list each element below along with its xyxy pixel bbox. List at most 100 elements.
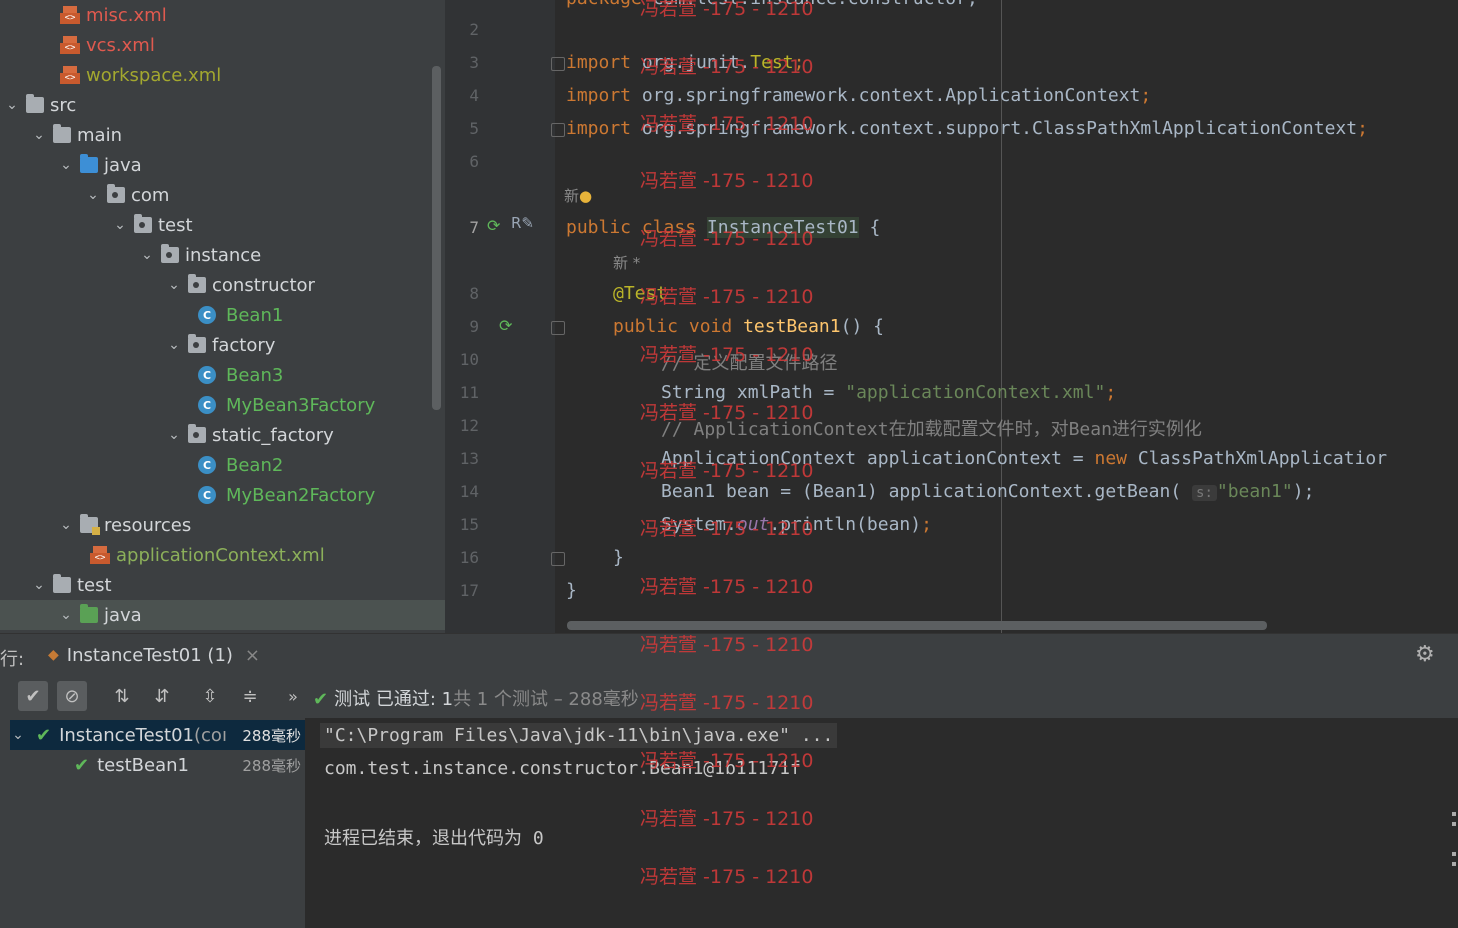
show-passed-button[interactable]: ✔ xyxy=(18,681,48,711)
chevron-down-icon[interactable]: ⌄ xyxy=(166,337,182,353)
watermark: 冯若萱 -175 - 1210 xyxy=(640,808,814,830)
chevron-down-icon[interactable]: ⌄ xyxy=(31,127,47,143)
line-number: 3 xyxy=(469,53,479,72)
code-line-16: } xyxy=(613,547,624,568)
author-hint[interactable]: 新 * xyxy=(613,252,640,273)
folder-icon xyxy=(53,574,71,593)
tree-item[interactable]: ⌄ src xyxy=(0,90,445,120)
tree-item-label: static_factory xyxy=(212,424,334,446)
chevron-down-icon[interactable]: ⌄ xyxy=(4,97,20,113)
line-number: 4 xyxy=(469,86,479,105)
fold-marker[interactable] xyxy=(551,321,565,335)
watermark: 冯若萱 -175 - 1210 xyxy=(640,692,814,714)
code-line-4: import org.springframework.context.Appli… xyxy=(566,85,1152,106)
sort-alpha-button[interactable]: ⇅ xyxy=(107,681,137,711)
tree-item[interactable]: vcs.xml xyxy=(0,30,445,60)
tree-item[interactable]: ⌄ factory xyxy=(0,330,445,360)
tree-item[interactable]: ⌄ static_factory xyxy=(0,420,445,450)
chevron-down-icon[interactable]: ⌄ xyxy=(85,187,101,203)
watermark: 冯若萱 -175 - 1210 xyxy=(640,344,814,366)
tree-item-label: Bean2 xyxy=(226,454,284,476)
tree-item-label: applicationContext.xml xyxy=(116,544,325,566)
test-row-class[interactable]: ⌄ ✔ InstanceTest01 (coı 288毫秒 xyxy=(10,720,305,750)
run-test-icon[interactable]: ⟳ xyxy=(487,216,500,235)
sort-alpha-icon: ⇅ xyxy=(114,685,130,707)
chevron-double-right-icon: » xyxy=(288,686,298,706)
watermark: 冯若萱 -175 - 1210 xyxy=(640,634,814,656)
code-editor[interactable]: ▲ 234567891011121314151617 package com.t… xyxy=(445,0,1458,633)
more-button[interactable]: » xyxy=(278,681,308,711)
tree-item[interactable]: C Bean3 xyxy=(0,360,445,390)
line-number: 7 xyxy=(469,218,479,237)
gear-icon[interactable]: ⚙ xyxy=(1415,642,1435,667)
author-hint[interactable]: 新● xyxy=(564,185,592,206)
chevron-down-icon[interactable]: ⌄ xyxy=(166,277,182,293)
watermark: 冯若萱 -175 - 1210 xyxy=(640,286,814,308)
tree-item-label: java xyxy=(104,604,142,626)
watermark: 冯若萱 -175 - 1210 xyxy=(640,0,814,20)
close-icon[interactable]: × xyxy=(245,645,260,666)
tree-item-label: vcs.xml xyxy=(86,34,155,56)
run-label: 行: xyxy=(0,649,25,670)
chevron-down-icon[interactable]: ⌄ xyxy=(139,247,155,263)
expand-all-button[interactable]: ⇳ xyxy=(195,681,225,711)
lightbulb-icon: ● xyxy=(579,187,593,205)
sort-duration-button[interactable]: ⇵ xyxy=(147,681,177,711)
fold-marker[interactable] xyxy=(551,123,565,137)
tree-item[interactable]: C MyBean2Factory xyxy=(0,480,445,510)
tree-item[interactable]: ⌄ constructor xyxy=(0,270,445,300)
check-icon: ✔ xyxy=(313,689,329,710)
fold-marker[interactable] xyxy=(551,552,565,566)
package-icon xyxy=(134,214,152,233)
show-ignored-button[interactable]: ⊘ xyxy=(57,681,87,711)
tree-item-label: com xyxy=(131,184,170,206)
tree-item-label: Bean3 xyxy=(226,364,284,386)
chevron-down-icon[interactable]: ⌄ xyxy=(58,517,74,533)
expand-icon: ⇳ xyxy=(202,685,218,707)
tree-item-label: Bean1 xyxy=(226,304,284,326)
refactor-icon[interactable]: R✎ xyxy=(511,214,534,232)
tree-item[interactable]: ⌄ instance xyxy=(0,240,445,270)
chevron-down-icon[interactable]: ⌄ xyxy=(31,577,47,593)
test-row-method[interactable]: ✔ testBean1 288毫秒 xyxy=(74,750,305,780)
chevron-down-icon[interactable]: ⌄ xyxy=(58,607,74,623)
tree-item[interactable]: ⌄ java xyxy=(0,150,445,180)
tree-item[interactable]: ⌄ test xyxy=(0,210,445,240)
line-number: 8 xyxy=(469,284,479,303)
chevron-down-icon[interactable]: ⌄ xyxy=(112,217,128,233)
horizontal-scrollbar[interactable] xyxy=(567,621,1267,630)
xml-file-icon xyxy=(60,66,80,84)
tree-item[interactable]: workspace.xml xyxy=(0,60,445,90)
test-results-tree[interactable]: ⌄ ✔ InstanceTest01 (coı 288毫秒 ✔ testBean… xyxy=(0,718,306,928)
code-line-17: } xyxy=(566,580,577,601)
watermark: 冯若萱 -175 - 1210 xyxy=(640,518,814,540)
check-icon: ✔ xyxy=(74,754,90,776)
chevron-down-icon[interactable]: ⌄ xyxy=(58,157,74,173)
tree-item[interactable]: misc.xml xyxy=(0,0,445,30)
console-output[interactable]: "C:\Program Files\Java\jdk-11\bin\java.e… xyxy=(306,718,1441,928)
collapse-all-button[interactable]: ≑ xyxy=(235,681,265,711)
tree-item[interactable]: ⌄ java xyxy=(0,600,445,630)
project-tree[interactable]: misc.xmlvcs.xmlworkspace.xml⌄src⌄main⌄ja… xyxy=(0,0,445,633)
chevron-down-icon: ⌄ xyxy=(12,727,24,743)
package-icon xyxy=(188,334,206,353)
tree-item[interactable]: ⌄ com xyxy=(0,180,445,210)
tree-item[interactable]: C MyBean3Factory xyxy=(0,390,445,420)
run-test-icon[interactable]: ⟳ xyxy=(499,316,512,335)
tree-item[interactable]: ⌄ main xyxy=(0,120,445,150)
tree-scrollbar[interactable] xyxy=(432,66,441,410)
param-hint: s: xyxy=(1192,485,1217,501)
tree-item[interactable]: ⌄ resources xyxy=(0,510,445,540)
package-icon xyxy=(107,184,125,203)
xml-file-icon xyxy=(60,36,80,54)
line-number: 14 xyxy=(459,482,479,501)
console-command[interactable]: "C:\Program Files\Java\jdk-11\bin\java.e… xyxy=(320,723,838,748)
tree-item[interactable]: C Bean2 xyxy=(0,450,445,480)
chevron-down-icon[interactable]: ⌄ xyxy=(166,427,182,443)
tree-item[interactable]: C Bean1 xyxy=(0,300,445,330)
run-tab[interactable]: ◆ InstanceTest01 (1) × xyxy=(48,634,260,676)
fold-marker[interactable] xyxy=(551,57,565,71)
tree-item[interactable]: ⌄ test xyxy=(0,570,445,600)
watermark: 冯若萱 -175 - 1210 xyxy=(640,866,814,888)
tree-item[interactable]: applicationContext.xml xyxy=(0,540,445,570)
